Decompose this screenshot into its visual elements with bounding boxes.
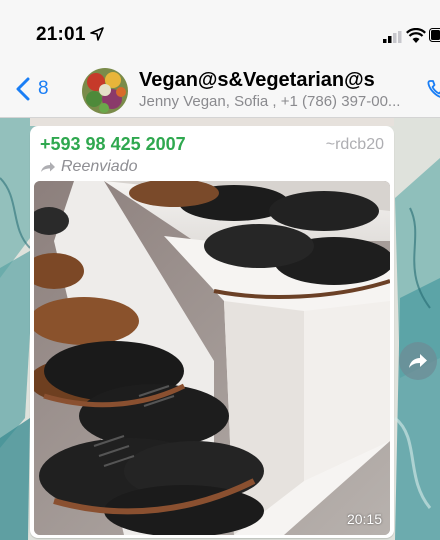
signal-icon [383, 31, 402, 43]
message-bubble[interactable]: +593 98 425 2007 ~rdcb20 Reenviado 20:15 [30, 126, 394, 538]
sender-phone[interactable]: +593 98 425 2007 [40, 134, 186, 155]
unread-count: 8 [38, 78, 49, 99]
phone-call-icon[interactable] [426, 78, 440, 100]
group-avatar[interactable] [82, 68, 128, 114]
location-arrow-icon [90, 27, 104, 41]
message-photo[interactable]: 20:15 [34, 181, 390, 535]
group-name[interactable]: Vegan@s&Vegetarian@s [139, 69, 375, 92]
share-arrow-icon [409, 354, 427, 368]
previous-message-edge [30, 118, 394, 126]
vegetables-avatar-icon [82, 68, 128, 114]
battery-icon [429, 28, 440, 42]
forwarded-indicator: Reenviado [40, 158, 138, 176]
sender-alias: ~rdcb20 [325, 136, 384, 153]
status-bar: 21:01 [0, 0, 440, 60]
forwarded-label: Reenviado [61, 158, 138, 175]
message-time: 20:15 [346, 511, 382, 527]
forward-button[interactable] [399, 342, 437, 380]
wifi-icon [406, 28, 426, 43]
shoes-photo [34, 181, 390, 535]
chat-header: 8 Vegan@s&Vegetarian@s Jenny Vegan, Sofi… [0, 60, 440, 118]
group-members[interactable]: Jenny Vegan, Sofia , +1 (786) 397-00... [139, 93, 424, 110]
status-time: 21:01 [36, 24, 86, 45]
chevron-left-icon [16, 77, 30, 101]
forward-arrow-icon [41, 162, 55, 172]
back-button[interactable]: 8 [16, 72, 49, 106]
